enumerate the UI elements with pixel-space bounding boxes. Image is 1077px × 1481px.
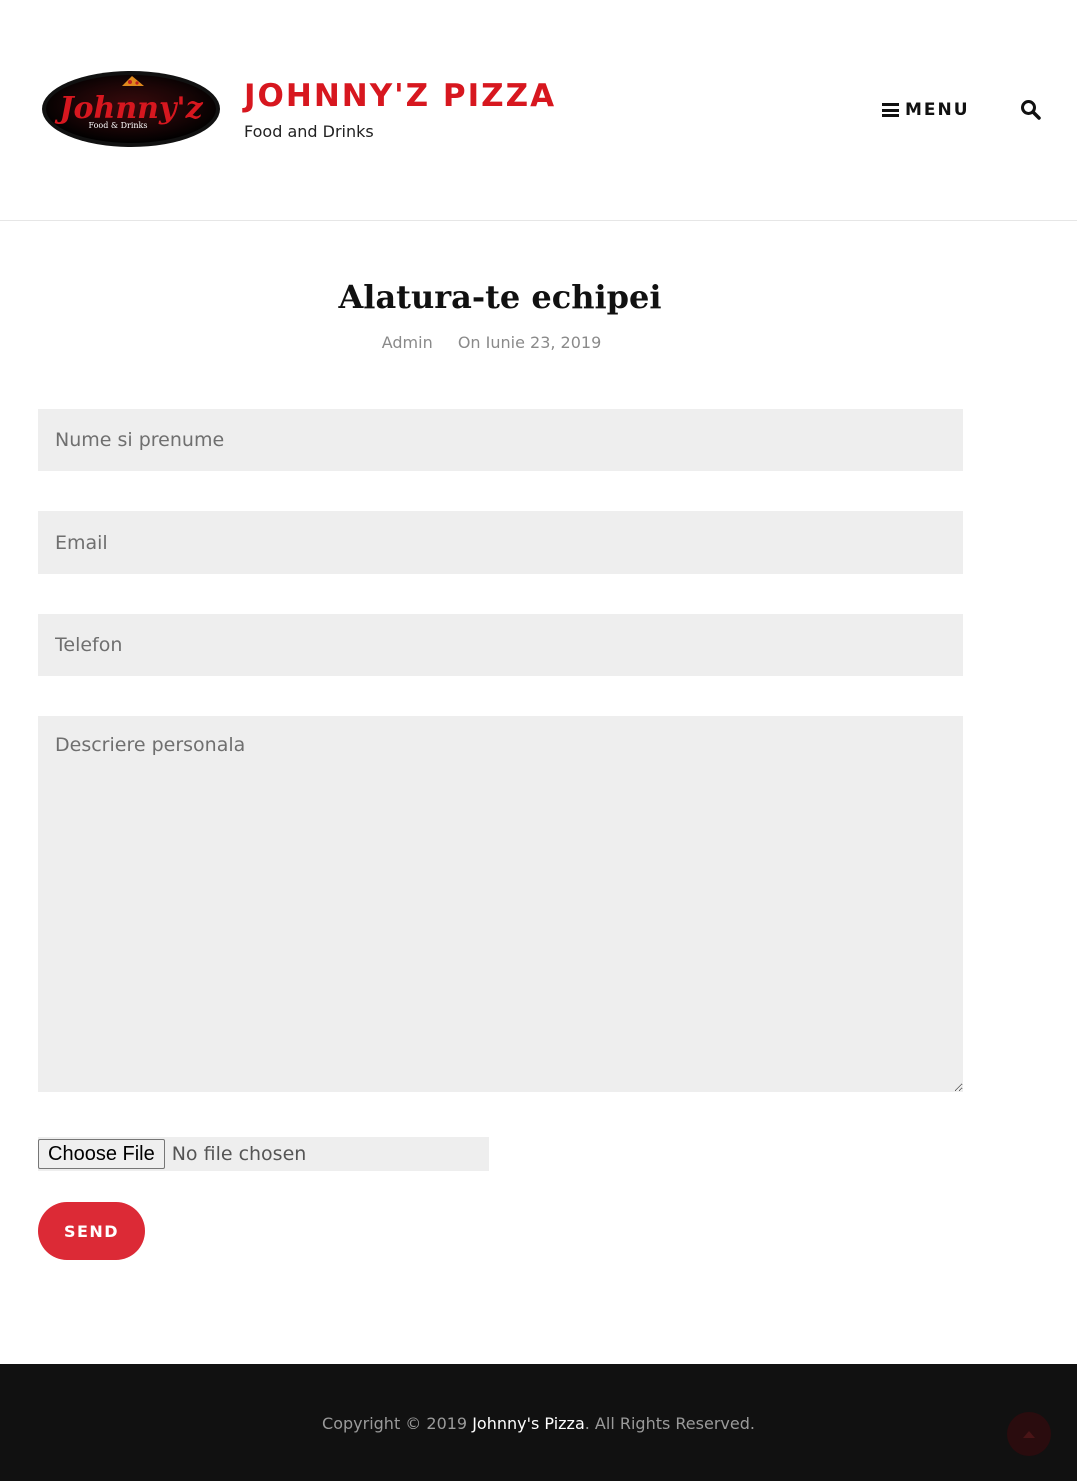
hamburger-icon xyxy=(882,103,899,117)
page-title: Alatura-te echipei xyxy=(338,278,662,316)
send-button[interactable]: SEND xyxy=(38,1202,145,1260)
copyright-prefix: Copyright © 2019 xyxy=(322,1414,473,1433)
search-button[interactable] xyxy=(1020,99,1042,121)
footer-brand-link[interactable]: Johnny's Pizza xyxy=(472,1414,585,1433)
back-to-top-button[interactable] xyxy=(1007,1412,1051,1456)
site-footer: Copyright © 2019 Johnny's Pizza. All Rig… xyxy=(0,1364,1077,1481)
phone-field[interactable] xyxy=(38,614,963,676)
name-field[interactable] xyxy=(38,409,963,471)
post-meta: Admin On Iunie 23, 2019 xyxy=(0,333,983,352)
copyright-suffix: . All Rights Reserved. xyxy=(584,1414,755,1433)
post-author[interactable]: Admin xyxy=(382,333,433,352)
logo-image: Johnny'z Food & Drinks xyxy=(42,71,220,147)
file-upload: Choose File No file chosen xyxy=(38,1137,489,1171)
site-header: Johnny'z Food & Drinks JOHNNY'Z PIZZA Fo… xyxy=(0,0,1077,221)
description-field[interactable] xyxy=(38,716,963,1092)
choose-file-button[interactable]: Choose File xyxy=(38,1139,165,1169)
site-title[interactable]: JOHNNY'Z PIZZA xyxy=(244,78,556,114)
site-logo[interactable]: Johnny'z Food & Drinks xyxy=(40,68,222,150)
file-status: No file chosen xyxy=(171,1143,307,1165)
search-icon xyxy=(1021,100,1041,120)
menu-label: MENU xyxy=(905,100,970,120)
copyright-text: Copyright © 2019 Johnny's Pizza. All Rig… xyxy=(0,1414,1077,1433)
menu-button[interactable]: MENU xyxy=(882,98,970,122)
site-tagline: Food and Drinks xyxy=(244,122,374,141)
post-date: On Iunie 23, 2019 xyxy=(457,333,602,352)
email-field[interactable] xyxy=(38,511,963,574)
arrow-up-icon xyxy=(1023,1431,1035,1438)
logo-sub-text: Food & Drinks xyxy=(89,121,148,130)
